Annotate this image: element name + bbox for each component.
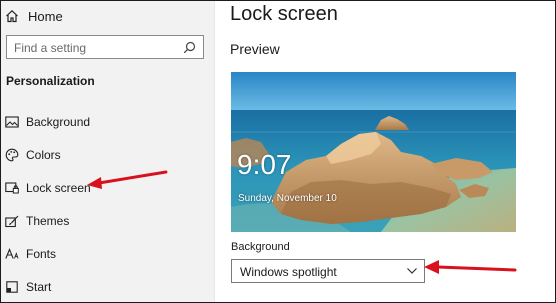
sidebar-item-themes[interactable]: Themes <box>5 212 205 230</box>
sidebar-item-lock-screen[interactable]: Lock screen <box>5 179 205 197</box>
sidebar-item-start[interactable]: Start <box>5 278 205 296</box>
sidebar-item-label: Themes <box>26 214 70 228</box>
section-title: Personalization <box>6 74 95 88</box>
chevron-down-icon <box>407 268 417 274</box>
search-placeholder: Find a setting <box>14 41 87 55</box>
preview-date: Sunday, November 10 <box>238 193 337 204</box>
home-icon <box>6 9 18 23</box>
sidebar-item-label: Lock screen <box>26 181 91 195</box>
preview-heading: Preview <box>230 41 280 57</box>
brush-icon <box>5 214 19 228</box>
background-dropdown-value: Windows spotlight <box>240 265 337 279</box>
sidebar-item-background[interactable]: Background <box>5 113 205 131</box>
sidebar-item-fonts[interactable]: Fonts <box>5 245 205 263</box>
sidebar-item-label: Fonts <box>26 247 57 261</box>
sidebar-item-colors[interactable]: Colors <box>5 146 205 164</box>
preview-clock: 9:07 <box>237 149 292 180</box>
home-label: Home <box>28 8 63 24</box>
image-icon <box>5 115 19 129</box>
sidebar: Home Find a setting Personalization Back… <box>1 1 214 302</box>
annotation-arrow-background <box>424 260 517 274</box>
search-icon[interactable] <box>183 41 196 54</box>
sidebar-item-label: Background <box>26 115 91 129</box>
search-input[interactable]: Find a setting <box>6 35 204 59</box>
start-icon <box>5 280 19 294</box>
home-nav-item[interactable]: Home <box>5 7 63 25</box>
font-icon <box>5 247 19 261</box>
background-dropdown[interactable]: Windows spotlight <box>231 259 425 283</box>
palette-icon <box>5 148 19 162</box>
page-title: Lock screen <box>230 3 338 25</box>
sidebar-divider <box>214 1 215 302</box>
lock-screen-icon <box>5 181 19 195</box>
background-label: Background <box>231 241 290 253</box>
sidebar-item-label: Colors <box>26 148 61 162</box>
settings-window: Home Find a setting Personalization Back… <box>0 0 556 303</box>
sidebar-item-label: Start <box>26 280 52 294</box>
